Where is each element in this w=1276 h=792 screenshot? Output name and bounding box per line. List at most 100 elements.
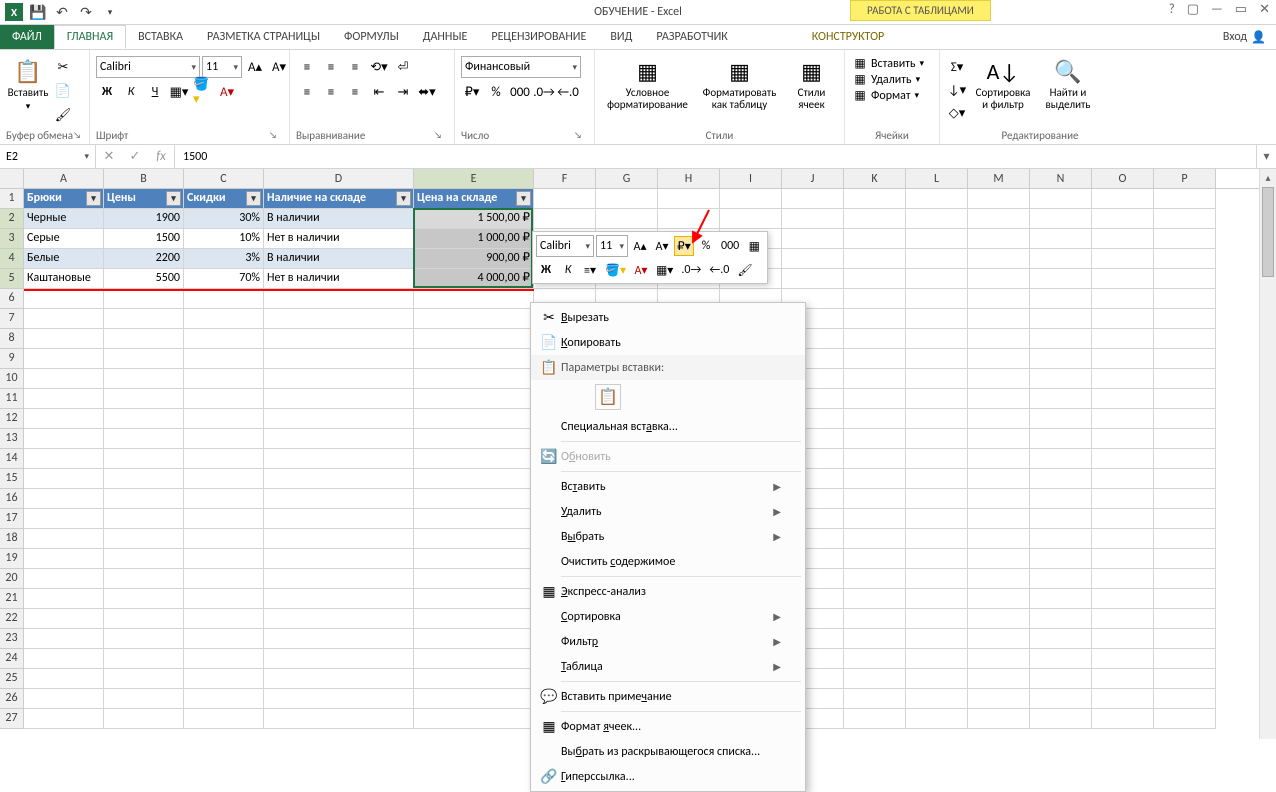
cell[interactable]: [24, 369, 104, 389]
mini-size-combo[interactable]: 11▾: [596, 235, 628, 257]
cell[interactable]: [968, 309, 1030, 329]
cell[interactable]: [906, 289, 968, 309]
cell[interactable]: [596, 209, 658, 229]
cell[interactable]: [1154, 469, 1216, 489]
cell[interactable]: [1092, 669, 1154, 689]
cell[interactable]: [906, 649, 968, 669]
cell[interactable]: 900,00 ₽: [414, 249, 534, 269]
cell[interactable]: [414, 289, 534, 309]
cell[interactable]: [906, 589, 968, 609]
cell[interactable]: [782, 249, 844, 269]
cell[interactable]: [844, 689, 906, 709]
cell[interactable]: [24, 709, 104, 729]
cell[interactable]: [1092, 569, 1154, 589]
align-top-icon[interactable]: ≡: [296, 56, 318, 78]
cell[interactable]: [1030, 689, 1092, 709]
cell[interactable]: [968, 249, 1030, 269]
cell[interactable]: [968, 289, 1030, 309]
excel-logo-icon[interactable]: X: [4, 2, 24, 22]
cell[interactable]: [1092, 689, 1154, 709]
clear-icon[interactable]: ◇▾: [946, 102, 968, 124]
cell[interactable]: [1154, 189, 1216, 209]
cell[interactable]: [1030, 569, 1092, 589]
cell[interactable]: [414, 409, 534, 429]
decrease-decimal-icon[interactable]: ←.0: [557, 81, 579, 103]
decrease-font-icon[interactable]: A▾: [268, 56, 290, 78]
cell[interactable]: [844, 549, 906, 569]
cell[interactable]: [414, 469, 534, 489]
cell[interactable]: [1154, 269, 1216, 289]
cell[interactable]: [906, 189, 968, 209]
cell[interactable]: [104, 689, 184, 709]
cell[interactable]: [844, 289, 906, 309]
column-header-P[interactable]: P: [1154, 169, 1216, 188]
cell[interactable]: [24, 309, 104, 329]
tab-insert[interactable]: ВСТАВКА: [126, 25, 195, 49]
cell[interactable]: 10%: [184, 229, 264, 249]
cell[interactable]: [1092, 609, 1154, 629]
tab-home[interactable]: ГЛАВНАЯ: [54, 25, 126, 49]
cell[interactable]: [844, 569, 906, 589]
cell[interactable]: [1154, 389, 1216, 409]
conditional-formatting-button[interactable]: ▦Условное форматирование: [603, 56, 693, 113]
sort-filter-button[interactable]: A↓Сортировка и фильтр: [970, 56, 1036, 113]
cell[interactable]: [184, 449, 264, 469]
paste-button[interactable]: 📋 Вставить ▾: [6, 56, 50, 114]
cell[interactable]: [264, 509, 414, 529]
cell[interactable]: Черные: [24, 209, 104, 229]
cell[interactable]: [414, 669, 534, 689]
copy-icon[interactable]: 📄: [52, 80, 74, 102]
font-color-button[interactable]: A▾: [216, 81, 238, 103]
cell[interactable]: [1092, 349, 1154, 369]
cell[interactable]: [1030, 709, 1092, 729]
cell[interactable]: [968, 369, 1030, 389]
cell[interactable]: [844, 229, 906, 249]
cell[interactable]: [844, 329, 906, 349]
cell[interactable]: [184, 349, 264, 369]
bold-button[interactable]: Ж: [96, 81, 118, 103]
cell[interactable]: [264, 669, 414, 689]
ribbon-collapse-icon[interactable]: ▢: [1187, 2, 1199, 17]
insert-cells-button[interactable]: ▦Вставить▾: [851, 56, 924, 71]
cell[interactable]: [104, 529, 184, 549]
cell[interactable]: [24, 429, 104, 449]
find-select-button[interactable]: 🔍Найти и выделить: [1038, 56, 1098, 113]
cell[interactable]: [24, 629, 104, 649]
help-icon[interactable]: ?: [1169, 2, 1175, 17]
cell[interactable]: [264, 469, 414, 489]
cell[interactable]: [184, 389, 264, 409]
cell[interactable]: [658, 209, 720, 229]
tab-formulas[interactable]: ФОРМУЛЫ: [332, 25, 411, 49]
number-format-combo[interactable]: Финансовый▾: [461, 56, 581, 78]
cell[interactable]: [104, 489, 184, 509]
cell[interactable]: [844, 629, 906, 649]
row-header[interactable]: 16: [0, 489, 24, 509]
cell[interactable]: [24, 469, 104, 489]
cell[interactable]: [414, 689, 534, 709]
cell[interactable]: [1030, 489, 1092, 509]
cell[interactable]: [1154, 509, 1216, 529]
cell[interactable]: Белые: [24, 249, 104, 269]
cell[interactable]: [906, 669, 968, 689]
cell[interactable]: [968, 269, 1030, 289]
cell[interactable]: [534, 209, 596, 229]
cell[interactable]: [906, 609, 968, 629]
cell[interactable]: [1092, 269, 1154, 289]
cell[interactable]: [1154, 649, 1216, 669]
cell[interactable]: [1154, 449, 1216, 469]
cell[interactable]: [968, 669, 1030, 689]
cell[interactable]: [1154, 609, 1216, 629]
cell[interactable]: [184, 489, 264, 509]
row-header[interactable]: 25: [0, 669, 24, 689]
cell[interactable]: [1092, 589, 1154, 609]
row-header[interactable]: 3: [0, 229, 24, 249]
cell[interactable]: [1030, 629, 1092, 649]
cell[interactable]: [184, 569, 264, 589]
mini-italic-icon[interactable]: К: [558, 260, 578, 280]
cell[interactable]: [1030, 329, 1092, 349]
cell[interactable]: [264, 329, 414, 349]
cell[interactable]: [414, 649, 534, 669]
row-header[interactable]: 6: [0, 289, 24, 309]
wrap-text-icon[interactable]: ⏎: [392, 56, 414, 78]
row-header[interactable]: 20: [0, 569, 24, 589]
